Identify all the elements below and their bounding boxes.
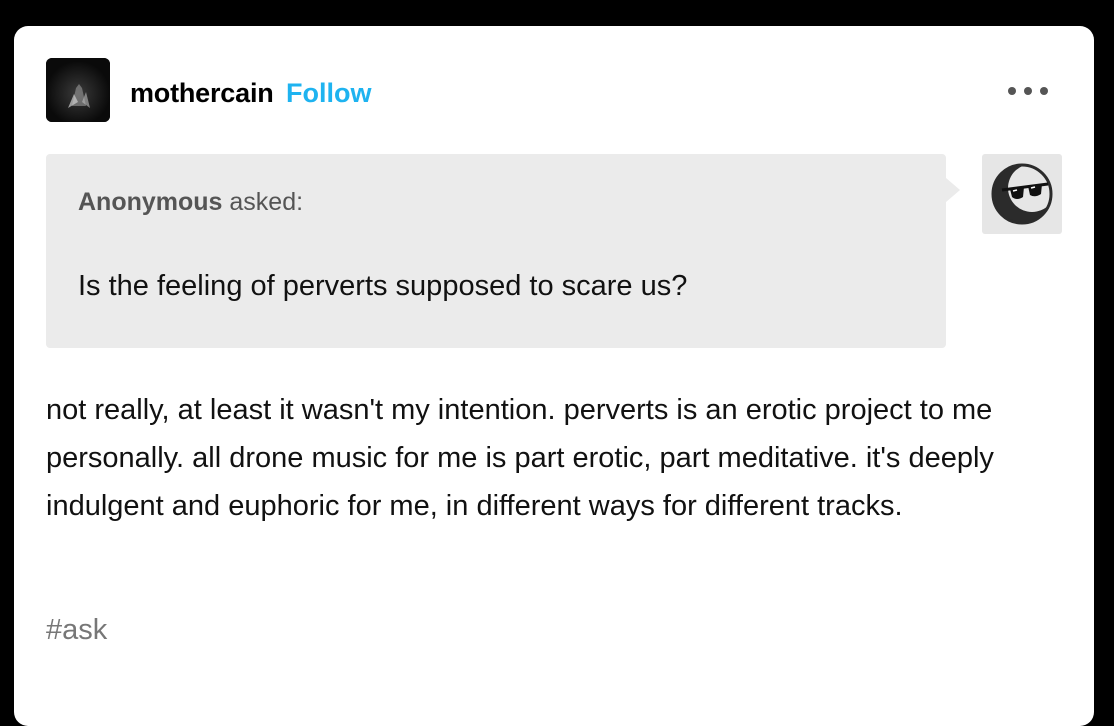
sunglasses-moon-icon xyxy=(991,163,1056,225)
author-avatar-image xyxy=(46,58,110,122)
author-avatar[interactable] xyxy=(46,58,110,122)
more-options-icon[interactable] xyxy=(1006,80,1054,104)
anonymous-avatar xyxy=(982,154,1062,234)
answer-text: not really, at least it wasn't my intent… xyxy=(46,394,994,522)
asker-name: Anonymous xyxy=(78,188,223,216)
follow-button[interactable]: Follow xyxy=(286,78,371,109)
post-card: mothercain Follow Anonymous asked: Is th… xyxy=(14,26,1094,726)
ask-question: Is the feeling of perverts supposed to s… xyxy=(78,270,688,302)
ask-bubble: Anonymous asked: Is the feeling of perve… xyxy=(46,154,946,348)
ask-bubble-pointer xyxy=(946,178,960,202)
tag-ask[interactable]: #ask xyxy=(46,614,107,647)
author-username[interactable]: mothercain xyxy=(130,78,274,109)
asked-label: asked: xyxy=(229,188,304,216)
asker-line: Anonymous asked: xyxy=(78,188,303,217)
